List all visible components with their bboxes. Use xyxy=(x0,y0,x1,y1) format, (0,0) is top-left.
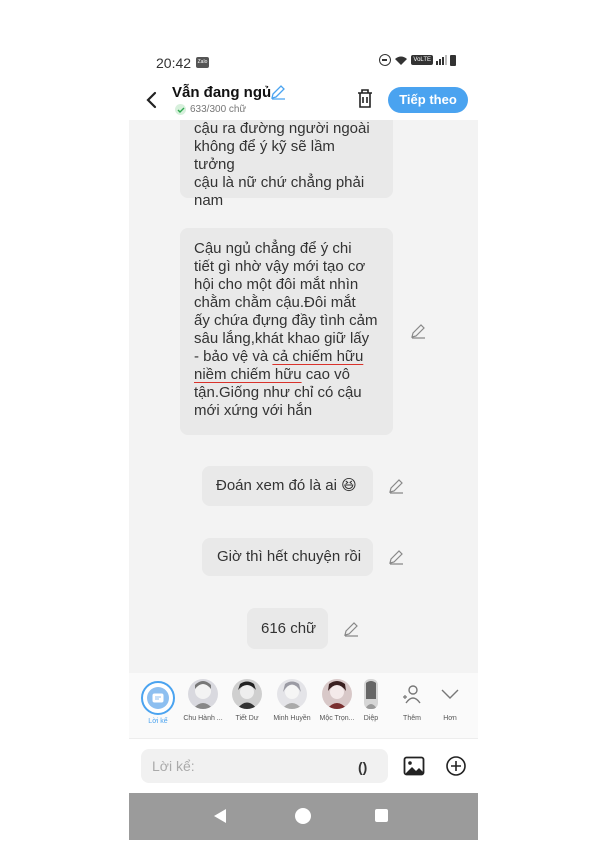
message-line: sâu lắng,khát khao giữ lấy xyxy=(194,330,370,347)
character-item[interactable]: Minh Huyền xyxy=(267,679,317,722)
add-person-icon xyxy=(403,685,421,704)
edit-pencil-icon[interactable] xyxy=(388,478,404,494)
character-label: Chu Hành ... xyxy=(183,715,223,722)
message-text: cao vô xyxy=(301,366,350,383)
message-line: hội cho một đôi mắt nhìn xyxy=(194,276,359,293)
message-line: tiết gì nhờ vậy mới tạo cơ xyxy=(194,258,366,275)
image-icon[interactable] xyxy=(403,755,425,777)
system-nav-bar xyxy=(129,793,478,840)
character-label: Lời kể xyxy=(148,718,168,725)
message-text: - bảo vệ và xyxy=(194,348,273,365)
volte-icon: VoLTE xyxy=(411,55,433,65)
message-bubble[interactable]: Giờ thì hết chuyện rồi xyxy=(202,538,373,576)
paren-button[interactable]: () xyxy=(358,759,367,775)
character-item[interactable]: Tiết Dư xyxy=(229,679,265,722)
wifi-icon xyxy=(395,56,408,65)
character-label: Tiết Dư xyxy=(235,715,259,722)
character-item[interactable]: Chu Hành ... xyxy=(179,679,227,722)
message-line: - bảo vệ và cả chiếm hữu xyxy=(194,348,379,366)
character-label: Diệp xyxy=(363,715,379,722)
status-bar: 20:42 Zalo VoLTE xyxy=(129,40,478,80)
message-line: cậu là nữ chứ chẳng phải xyxy=(194,174,365,191)
zalo-badge-icon: Zalo xyxy=(196,57,209,68)
next-button[interactable]: Tiếp theo xyxy=(388,87,468,113)
character-item[interactable]: Diệp xyxy=(360,679,382,722)
avatar xyxy=(277,679,307,709)
message-line: Cậu ngủ chẳng để ý chi xyxy=(194,240,352,257)
more-button[interactable]: Hơn xyxy=(435,679,465,722)
add-character-button[interactable]: Thêm xyxy=(397,679,427,722)
spellcheck-highlight[interactable]: niềm chiếm hữu xyxy=(194,366,302,383)
word-count-text: 633/300 chữ xyxy=(190,104,247,115)
nav-home-icon[interactable] xyxy=(295,808,311,824)
spellcheck-highlight[interactable]: cả chiếm hữu xyxy=(272,348,363,365)
trash-icon[interactable] xyxy=(355,88,375,110)
input-placeholder: Lời kể: xyxy=(152,758,195,774)
header: Vẫn đang ngủ 633/300 chữ Tiếp theo xyxy=(129,80,478,120)
plus-circle-icon[interactable] xyxy=(445,755,467,777)
status-time: 20:42 xyxy=(156,55,192,71)
message-bubble[interactable]: cậu ra đường người ngoài không để ý kỹ s… xyxy=(180,120,393,209)
message-line: cậu ra đường người ngoài xyxy=(194,120,370,137)
character-label: Minh Huyền xyxy=(273,715,311,722)
message-line: niềm chiếm hữu cao vô xyxy=(194,366,379,384)
character-item[interactable]: Mộc Trọn... xyxy=(317,679,357,722)
check-icon xyxy=(175,104,186,115)
page-title: Vẫn đang ngủ xyxy=(172,84,272,101)
message-line: mới xứng với hắn xyxy=(194,402,313,419)
message-bubble[interactable]: Cậu ngủ chẳng để ý chi tiết gì nhờ vậy m… xyxy=(180,228,393,435)
edit-pencil-icon[interactable] xyxy=(388,549,404,565)
edit-pencil-icon[interactable] xyxy=(343,621,359,637)
add-character-label: Thêm xyxy=(403,715,421,722)
character-label: Mộc Trọn... xyxy=(319,715,355,722)
status-icons: VoLTE xyxy=(379,54,456,66)
message-line: chằm chằm cậu.Đôi mắt xyxy=(194,294,356,311)
message-line: không để ý kỹ sẽ lầm tưởng xyxy=(194,138,335,173)
character-narrator[interactable]: Lời kể xyxy=(141,681,175,725)
back-arrow-icon[interactable] xyxy=(141,88,163,112)
edit-pencil-icon[interactable] xyxy=(410,323,426,339)
avatar xyxy=(188,679,218,709)
message-line: ấy chứa đựng đầy tình cảm xyxy=(194,312,378,329)
chat-area[interactable]: cậu ra đường người ngoài không để ý kỹ s… xyxy=(129,120,478,673)
battery-icon xyxy=(450,54,456,66)
character-bar: Lời kể Chu Hành ... Tiết Dư Minh Huyền M xyxy=(129,673,478,738)
more-label: Hơn xyxy=(443,715,457,722)
avatar xyxy=(322,679,352,709)
nav-recents-icon[interactable] xyxy=(375,809,388,822)
input-bar: Lời kể: () xyxy=(129,738,478,793)
message-line: tận.Giống như chỉ có cậu xyxy=(194,384,362,401)
message-bubble[interactable]: 616 chữ xyxy=(247,608,328,649)
signal-icon xyxy=(436,55,447,65)
message-line: nam xyxy=(194,192,224,209)
word-count: 633/300 chữ xyxy=(175,104,246,115)
avatar xyxy=(232,679,262,709)
avatar xyxy=(364,679,378,709)
nav-back-icon[interactable] xyxy=(214,809,226,823)
narration-input[interactable]: Lời kể: xyxy=(141,749,388,783)
narrator-avatar xyxy=(141,681,175,715)
message-bubble[interactable]: Đoán xem đó là ai 😆 xyxy=(202,466,373,506)
do-not-disturb-icon xyxy=(379,54,392,66)
chevron-down-icon xyxy=(441,689,459,699)
phone-screen: 20:42 Zalo VoLTE Vẫn đang ngủ 633/300 ch… xyxy=(129,40,478,840)
edit-title-pencil-icon[interactable] xyxy=(270,84,286,100)
